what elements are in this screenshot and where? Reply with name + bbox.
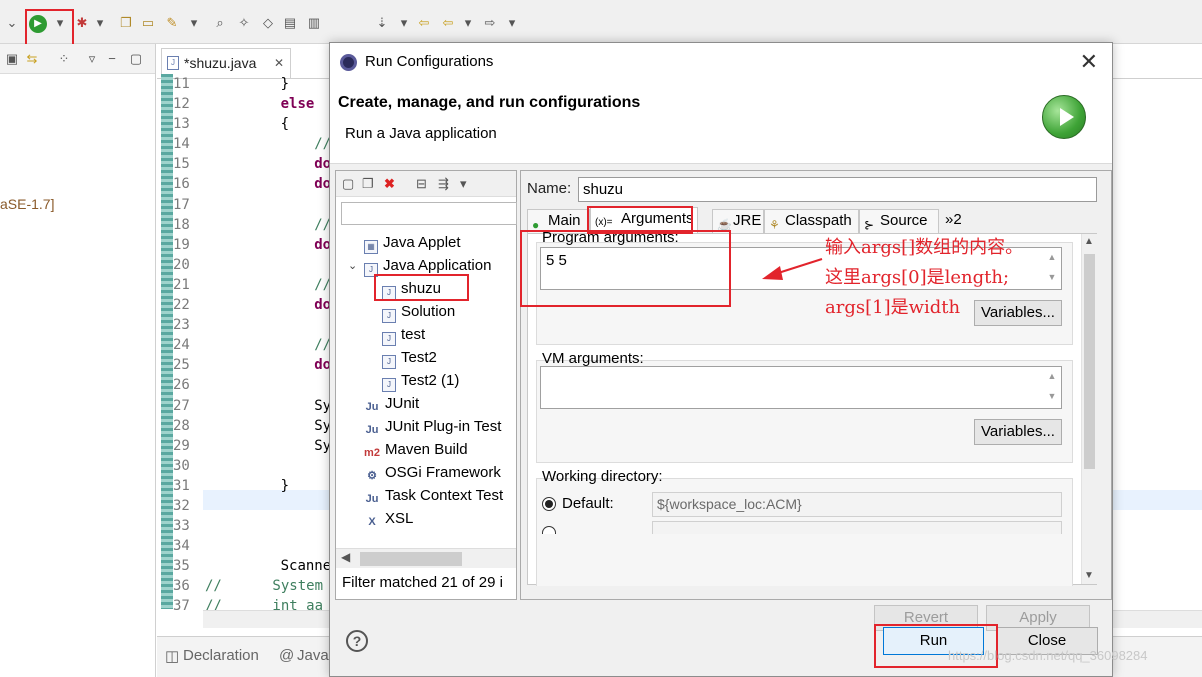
annotation-line-1: 输入args[]数组的内容。 — [825, 237, 1024, 258]
watermark: https://blog.csdn.net/qq_36098284 — [948, 648, 1148, 663]
annotation-arrow — [762, 258, 823, 280]
annotation-text: 输入args[]数组的内容。 这里args[0]是length; args[1]是w… — [825, 233, 1023, 323]
annotation-line-2: 这里args[0]是length; — [825, 267, 1010, 288]
annotation-line-3: args[1]是width — [825, 297, 961, 318]
